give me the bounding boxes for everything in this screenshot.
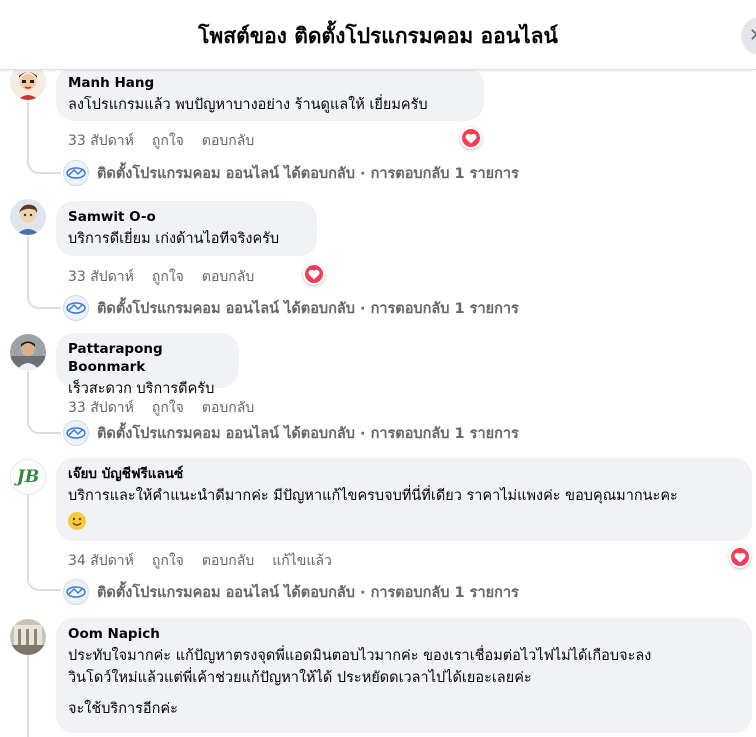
page-logo-icon bbox=[66, 586, 86, 598]
page-reply-row[interactable]: ติดตั้งโปรแกรมคอม ออนไลน์ ได้ตอบกลับ · ก… bbox=[63, 420, 519, 446]
post-header: โพสต์ของ ติดตั้งโปรแกรมคอม ออนไลน์ ✕ bbox=[0, 0, 756, 70]
page-reply-row[interactable]: ติดตั้งโปรแกรมคอม ออนไลน์ ได้ตอบกลับ · ก… bbox=[63, 160, 519, 186]
comment-author[interactable]: Pattarapong Boonmark bbox=[68, 340, 227, 376]
comment-bubble: Pattarapong Boonmark เร็วสะดวก บริการดีค… bbox=[56, 333, 239, 397]
comment-bubble: Manh Hang ลงโปรแกรมแล้ว พบปัญหาบางอย่าง … bbox=[56, 67, 484, 121]
love-reaction-badge[interactable] bbox=[460, 127, 482, 149]
page-reply-text[interactable]: ติดตั้งโปรแกรมคอม ออนไลน์ ได้ตอบกลับ · ก… bbox=[97, 297, 519, 320]
love-reaction-badge[interactable] bbox=[729, 546, 751, 568]
avatar[interactable] bbox=[10, 334, 46, 370]
like-button[interactable]: ถูกใจ bbox=[152, 550, 184, 572]
comment-bubble: Oom Napich ประทับใจมากค่ะ แก้ปัญหาตรงจุด… bbox=[56, 618, 752, 733]
comment-bubble: Samwit O-o บริการดีเยี่ยม เก่งด้านไอทีจร… bbox=[56, 201, 317, 256]
thread-curve bbox=[27, 295, 61, 309]
comment-text: ลงโปรแกรมแล้ว พบปัญหาบางอย่าง ร้านดูแลให… bbox=[68, 97, 428, 113]
thread-curve bbox=[27, 160, 61, 174]
reply-button[interactable]: ตอบกลับ bbox=[202, 130, 254, 152]
avatar[interactable] bbox=[10, 199, 46, 235]
user-avatar-icon bbox=[10, 619, 46, 655]
page-logo-icon bbox=[66, 167, 86, 179]
heart-icon bbox=[734, 552, 746, 563]
comment-author[interactable]: เจ๊ยบ บัญชีฟรีแลนซ์ bbox=[68, 465, 740, 483]
like-button[interactable]: ถูกใจ bbox=[152, 397, 184, 419]
comment-author[interactable]: Samwit O-o bbox=[68, 208, 305, 226]
user-avatar-icon bbox=[10, 199, 46, 235]
comment-text-line: จะใช้บริการอีกค่ะ bbox=[68, 701, 178, 717]
edited-label: แก้ไขแล้ว bbox=[272, 553, 332, 569]
comment-author[interactable]: Oom Napich bbox=[68, 625, 740, 643]
close-icon: ✕ bbox=[749, 25, 756, 46]
user-avatar-icon bbox=[10, 334, 46, 370]
thread-line bbox=[27, 236, 29, 295]
thread-curve bbox=[27, 577, 61, 591]
jb-logo-icon: JB bbox=[16, 467, 40, 487]
reply-button[interactable]: ตอบกลับ bbox=[202, 550, 254, 572]
page-reply-row[interactable]: ติดตั้งโปรแกรมคอม ออนไลน์ ได้ตอบกลับ · ก… bbox=[63, 579, 519, 605]
avatar[interactable] bbox=[10, 619, 46, 655]
comment-actions: 33 สัปดาห์ ถูกใจ ตอบกลับ bbox=[68, 397, 254, 419]
comment-time[interactable]: 33 สัปดาห์ bbox=[68, 130, 134, 152]
comment-time[interactable]: 33 สัปดาห์ bbox=[68, 266, 134, 288]
heart-icon bbox=[465, 133, 477, 144]
comment-author[interactable]: Manh Hang bbox=[68, 74, 472, 92]
comment-actions: 33 สัปดาห์ ถูกใจ ตอบกลับ bbox=[68, 266, 254, 288]
like-button[interactable]: ถูกใจ bbox=[152, 130, 184, 152]
comment-text: บริการดีเยี่ยม เก่งด้านไอทีจริงครับ bbox=[68, 231, 280, 247]
page-title: โพสต์ของ ติดตั้งโปรแกรมคอม ออนไลน์ bbox=[198, 24, 558, 48]
comment-actions: 34 สัปดาห์ ถูกใจ ตอบกลับ แก้ไขแล้ว bbox=[68, 550, 332, 572]
love-reaction-badge[interactable] bbox=[303, 263, 325, 285]
page-logo-icon bbox=[66, 427, 86, 439]
page-avatar bbox=[63, 295, 89, 321]
comment-bubble: เจ๊ยบ บัญชีฟรีแลนซ์ บริการและให้คำแนะนำด… bbox=[56, 458, 752, 541]
page-logo-icon bbox=[66, 302, 86, 314]
reply-button[interactable]: ตอบกลับ bbox=[202, 397, 254, 419]
comment-time[interactable]: 34 สัปดาห์ bbox=[68, 550, 134, 572]
reply-button[interactable]: ตอบกลับ bbox=[202, 266, 254, 288]
page-reply-row[interactable]: ติดตั้งโปรแกรมคอม ออนไลน์ ได้ตอบกลับ · ก… bbox=[63, 295, 519, 321]
avatar[interactable]: JB bbox=[10, 459, 46, 495]
page-reply-text[interactable]: ติดตั้งโปรแกรมคอม ออนไลน์ ได้ตอบกลับ · ก… bbox=[97, 422, 519, 445]
page-reply-text[interactable]: ติดตั้งโปรแกรมคอม ออนไลน์ ได้ตอบกลับ · ก… bbox=[97, 162, 519, 185]
thread-curve bbox=[27, 420, 61, 434]
heart-icon bbox=[308, 269, 320, 280]
comment-text-line: ประทับใจมากค่ะ แก้ปัญหาตรงจุดพี่แอดมินตอ… bbox=[68, 648, 652, 664]
page-reply-text[interactable]: ติดตั้งโปรแกรมคอม ออนไลน์ ได้ตอบกลับ · ก… bbox=[97, 581, 519, 604]
comment-text: บริการและให้คำแนะนำดีมากค่ะ มีปัญหาแก้ไข… bbox=[68, 488, 678, 504]
page-avatar bbox=[63, 420, 89, 446]
comment-time[interactable]: 33 สัปดาห์ bbox=[68, 397, 134, 419]
thread-line bbox=[27, 655, 29, 737]
comment-actions: 33 สัปดาห์ ถูกใจ ตอบกลับ bbox=[68, 130, 254, 152]
smiley-emoji bbox=[68, 511, 86, 530]
like-button[interactable]: ถูกใจ bbox=[152, 266, 184, 288]
thread-line bbox=[27, 371, 29, 421]
comment-text-line: วินโดว์ใหม่แล้วแต่พี่เค้าช่วยแก้ปัญหาให้… bbox=[68, 670, 532, 686]
page-avatar bbox=[63, 579, 89, 605]
thread-line bbox=[27, 100, 29, 160]
thread-line bbox=[27, 495, 29, 577]
page-avatar bbox=[63, 160, 89, 186]
